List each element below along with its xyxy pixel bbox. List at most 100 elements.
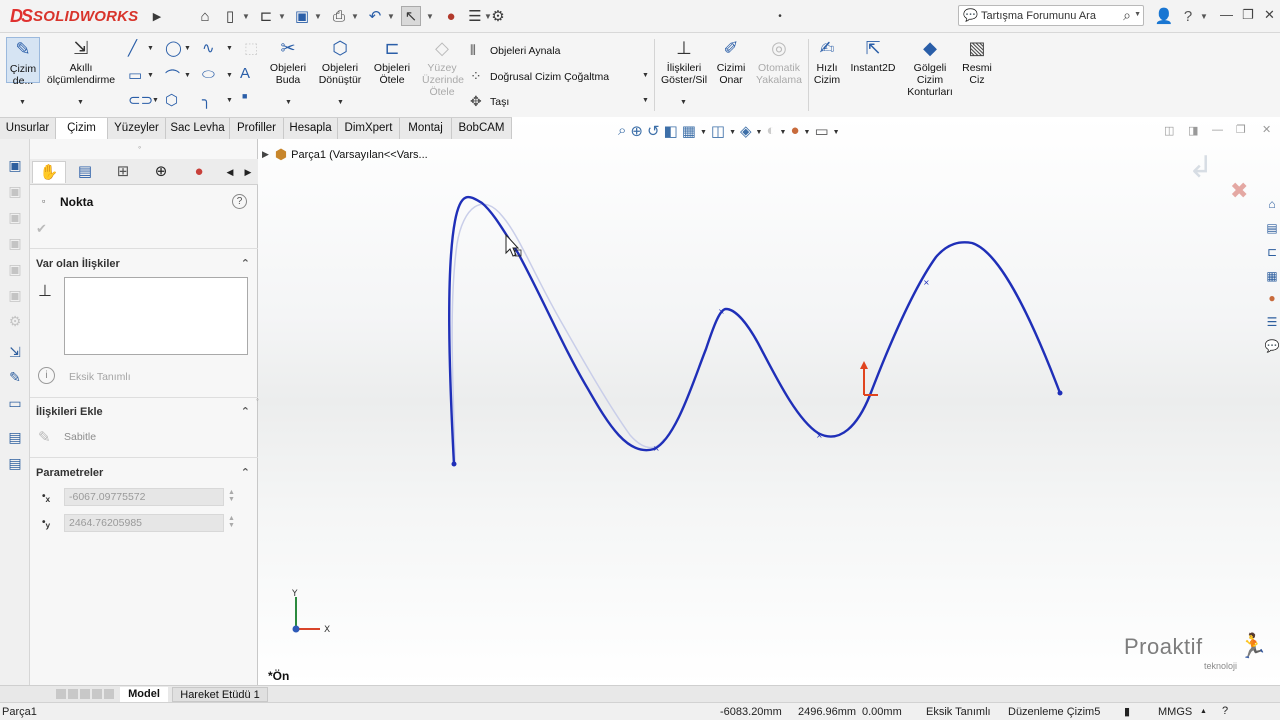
save-icon[interactable]: ▣ bbox=[292, 6, 312, 26]
circle-icon[interactable]: ◯ bbox=[165, 39, 182, 57]
chevron-down-icon[interactable]: ▼ bbox=[387, 12, 395, 21]
doc-minimize-icon[interactable]: — bbox=[1212, 124, 1223, 136]
tab-surfaces[interactable]: Yüzeyler bbox=[108, 118, 166, 139]
tab-scroll-arrows[interactable] bbox=[56, 689, 114, 699]
undo-icon[interactable]: ↶ bbox=[365, 6, 385, 26]
existing-relations-header[interactable]: Var olan İlişkiler ⌃ bbox=[36, 258, 252, 270]
solidworks-resources-icon[interactable]: ⌂ bbox=[1264, 196, 1280, 212]
tab-assembly[interactable]: Montaj bbox=[400, 118, 452, 139]
spline-start-point[interactable] bbox=[451, 461, 457, 467]
linear-pattern-button[interactable]: ⁘ Doğrusal Cizim Çoğaltma bbox=[470, 68, 609, 85]
rectangle-icon[interactable]: ▭ bbox=[128, 66, 142, 84]
fillet-icon[interactable]: ╮ bbox=[202, 91, 211, 109]
spline-point-marker[interactable]: × bbox=[653, 444, 660, 453]
chevron-down-icon[interactable]: ▼ bbox=[226, 97, 233, 104]
home-icon[interactable]: ⌂ bbox=[195, 6, 215, 26]
param-y-field[interactable]: 2464.76205985 bbox=[64, 514, 224, 532]
dimxpert-manager-tab-icon[interactable]: ⊕ bbox=[144, 161, 178, 183]
tab-evaluate[interactable]: Hesapla bbox=[284, 118, 338, 139]
add-relations-header[interactable]: İlişkileri Ekle ⌃ bbox=[36, 406, 252, 418]
forum-icon[interactable]: 💬 bbox=[1264, 338, 1280, 354]
spline-point-marker[interactable]: × bbox=[923, 278, 930, 287]
sketch-tools-icon[interactable]: ▣ bbox=[6, 156, 24, 174]
expand-menu-icon[interactable]: ▶ bbox=[147, 6, 167, 26]
panel-resize-handle[interactable]: ◦ bbox=[256, 395, 259, 404]
chevron-down-icon[interactable]: ▼ bbox=[833, 129, 840, 136]
param-x-field[interactable]: -6067.09775572 bbox=[64, 488, 224, 506]
chevron-down-icon[interactable]: ▼ bbox=[700, 129, 707, 136]
chevron-down-icon[interactable]: ▼ bbox=[147, 72, 154, 79]
sketch-spline[interactable] bbox=[448, 195, 1062, 467]
tab-bobcam[interactable]: BobCAM bbox=[452, 118, 512, 139]
chevron-down-icon[interactable]: ▼ bbox=[756, 129, 763, 136]
collapse-icon[interactable]: ⌃ bbox=[241, 466, 250, 479]
tab-motion-study[interactable]: Hareket Etüdü 1 bbox=[172, 687, 268, 702]
tab-sketch[interactable]: Çizim bbox=[56, 118, 108, 139]
search-icon[interactable]: ⌕ bbox=[1123, 7, 1131, 24]
repair-sketch-button[interactable]: ✐ Cizimi Onar bbox=[713, 37, 749, 86]
chevron-down-icon[interactable]: ▼ bbox=[426, 12, 434, 21]
chevron-down-icon[interactable]: ▼ bbox=[184, 72, 191, 79]
chevron-left-icon[interactable]: ◀ bbox=[222, 161, 238, 183]
chevron-down-icon[interactable]: ▼ bbox=[77, 99, 84, 106]
point-icon[interactable]: ■ bbox=[242, 91, 247, 101]
move-entities-button[interactable]: ✥ Taşı bbox=[470, 93, 509, 110]
chevron-down-icon[interactable]: ▼ bbox=[278, 12, 286, 21]
edit-sketch-icon[interactable]: ✎ bbox=[6, 368, 24, 386]
tile-right-icon[interactable]: ◨ bbox=[1188, 124, 1198, 137]
text-icon[interactable]: A bbox=[240, 65, 250, 82]
open-folder-icon[interactable]: ⊏ bbox=[256, 6, 276, 26]
slot-icon[interactable]: ⊂⊃ bbox=[128, 91, 153, 109]
parameters-header[interactable]: Parametreler ⌃ bbox=[36, 467, 252, 479]
trim-entities-button[interactable]: ✂ Objeleri Buda bbox=[266, 37, 310, 86]
smart-dimension-button[interactable]: ⇲ Akıllı ölçümlendirme bbox=[44, 37, 118, 86]
relations-list[interactable] bbox=[64, 277, 248, 355]
chevron-down-icon[interactable]: ▼ bbox=[147, 45, 154, 52]
select-pointer-icon[interactable]: ↖ bbox=[401, 6, 421, 26]
feature-manager-tab-icon[interactable]: ✋ bbox=[32, 161, 66, 183]
spin-y-icon[interactable]: ▲ ▼ bbox=[228, 515, 235, 529]
spline-icon[interactable]: ∿ bbox=[202, 39, 215, 57]
minimize-icon[interactable]: — bbox=[1220, 7, 1233, 22]
file-explorer-icon[interactable]: ⊏ bbox=[1264, 244, 1280, 260]
arc-icon[interactable]: ⌒ bbox=[165, 66, 180, 87]
user-icon[interactable]: 👤 bbox=[1154, 6, 1174, 26]
polygon-icon[interactable]: ⬡ bbox=[165, 91, 178, 109]
copy-tool-icon[interactable]: ▤ bbox=[6, 454, 24, 472]
traffic-light-icon[interactable]: ● bbox=[441, 6, 461, 26]
custom-properties-icon[interactable]: ☰ bbox=[1264, 314, 1280, 330]
chevron-up-icon[interactable]: ▲ bbox=[1200, 708, 1207, 715]
rapid-sketch-button[interactable]: ✍ Hızlı Cizim bbox=[810, 37, 844, 86]
convert-tool-icon[interactable]: ⇲ bbox=[6, 343, 24, 361]
chevron-down-icon[interactable]: ▼ bbox=[226, 45, 233, 52]
chevron-down-icon[interactable]: ▼ bbox=[19, 99, 26, 106]
offset-entities-button[interactable]: ⊏ Objeleri Ötele bbox=[369, 37, 415, 86]
display-manager-tab-icon[interactable]: ● bbox=[182, 161, 216, 183]
tab-sheet-metal[interactable]: Sac Levha bbox=[166, 118, 230, 139]
spin-x-icon[interactable]: ▲ ▼ bbox=[228, 489, 235, 503]
chevron-down-icon[interactable]: ▼ bbox=[780, 129, 787, 136]
new-document-icon[interactable]: ▯ bbox=[220, 6, 240, 26]
chevron-down-icon[interactable]: ▼ bbox=[226, 72, 233, 79]
tab-weldments[interactable]: Profiller bbox=[230, 118, 284, 139]
collapse-icon[interactable]: ⌃ bbox=[241, 257, 250, 270]
collapse-icon[interactable]: ⌃ bbox=[241, 405, 250, 418]
fix-relation-label[interactable]: Sabitle bbox=[64, 431, 96, 443]
draw-picture-button[interactable]: ▧ Resmi Ciz bbox=[960, 37, 994, 86]
chevron-down-icon[interactable]: ▼ bbox=[642, 72, 649, 79]
panel-splitter-icon[interactable]: ◦ bbox=[138, 142, 141, 152]
tab-model[interactable]: Model bbox=[120, 687, 168, 702]
ellipse-icon[interactable]: ⬭ bbox=[202, 66, 215, 83]
help-popup-icon[interactable]: ? bbox=[1222, 705, 1228, 717]
instant2d-button[interactable]: ⇱ Instant2D bbox=[847, 37, 899, 74]
chevron-down-icon[interactable]: ▼ bbox=[1134, 11, 1141, 18]
chevron-down-icon[interactable]: ▼ bbox=[351, 12, 359, 21]
tile-left-icon[interactable]: ◫ bbox=[1164, 124, 1174, 137]
chevron-right-icon[interactable]: ▶ bbox=[240, 161, 256, 183]
restore-icon[interactable]: ❐ bbox=[1242, 7, 1254, 23]
gear-icon[interactable]: ⚙ bbox=[488, 6, 508, 26]
chevron-down-icon[interactable]: ▼ bbox=[337, 99, 344, 106]
file-properties-icon[interactable]: ☰ bbox=[465, 6, 485, 26]
help-icon[interactable]: ? bbox=[1178, 6, 1198, 26]
spline-end-point[interactable] bbox=[1057, 390, 1063, 396]
